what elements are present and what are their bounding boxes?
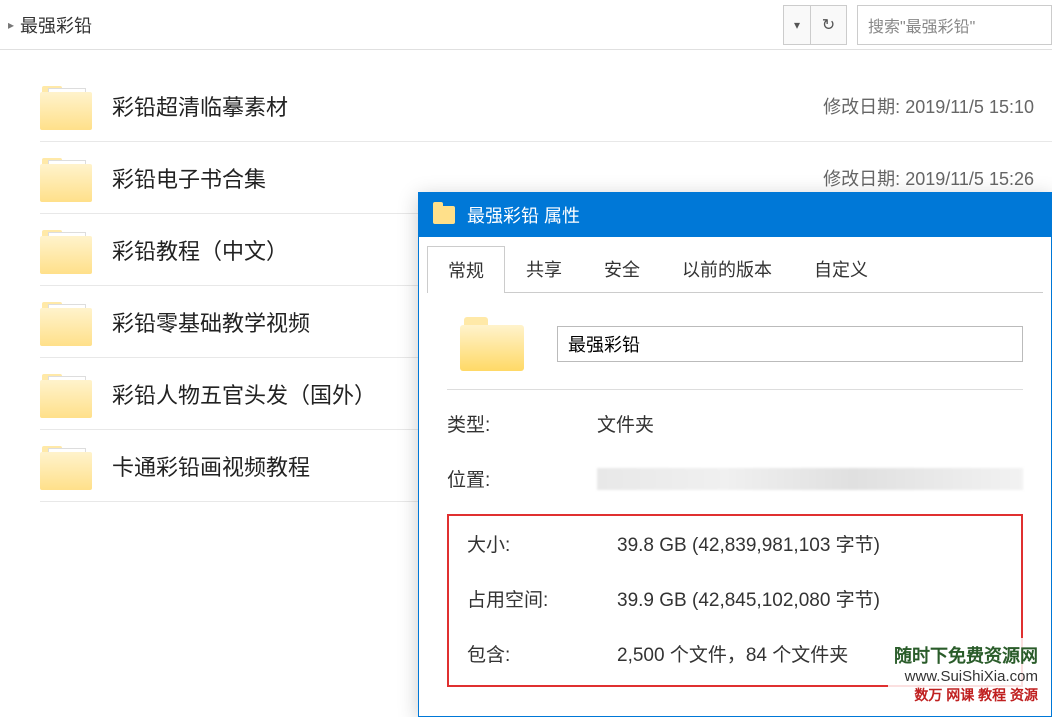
contains-label: 包含: [467,640,617,667]
address-bar: ▸ 最强彩铅 ▾ ↻ 搜索"最强彩铅" [0,0,1052,50]
watermark-url: www.SuiShiXia.com [894,668,1038,685]
breadcrumb-chevron-icon: ▸ [8,18,14,32]
folder-icon [40,150,96,206]
tab-security[interactable]: 安全 [583,245,661,292]
location-value-redacted [597,468,1023,490]
file-name: 卡通彩铅画视频教程 [112,450,410,482]
folder-large-icon [447,317,537,371]
type-value: 文件夹 [597,410,1023,437]
size-label: 大小: [467,530,617,557]
file-name: 彩铅零基础教学视频 [112,306,410,338]
search-input[interactable]: 搜索"最强彩铅" [857,5,1052,45]
watermark-slogan: 数万 网课 教程 资源 [894,685,1038,705]
dialog-title: 最强彩铅 属性 [467,202,580,228]
list-item[interactable]: 彩铅超清临摹素材 修改日期: 2019/11/5 15:10 [40,70,1052,142]
tab-bar: 常规 共享 安全 以前的版本 自定义 [427,245,1043,293]
divider [447,389,1023,390]
file-name: 彩铅超清临摹素材 [112,90,823,122]
folder-icon [40,78,96,134]
folder-icon [40,222,96,278]
folder-icon [433,206,455,224]
folder-icon [40,294,96,350]
tab-previous-versions[interactable]: 以前的版本 [661,245,793,292]
file-meta: 修改日期: 2019/11/5 15:10 [823,93,1034,119]
refresh-button[interactable]: ↻ [811,5,847,45]
folder-name-input[interactable]: 最强彩铅 [557,326,1023,362]
watermark: 随时下免费资源网 www.SuiShiXia.com 数万 网课 教程 资源 [888,638,1044,709]
breadcrumb-current[interactable]: 最强彩铅 [20,12,92,38]
list-item[interactable]: 卡通彩铅画视频教程 [40,430,420,502]
list-item[interactable]: 彩铅人物五官头发（国外） [40,358,420,430]
tab-general[interactable]: 常规 [427,246,505,293]
tab-customize[interactable]: 自定义 [793,245,889,292]
disk-size-label: 占用空间: [467,585,617,612]
location-label: 位置: [447,465,597,492]
file-name: 彩铅电子书合集 [112,162,823,194]
folder-icon [40,366,96,422]
list-item[interactable]: 彩铅教程（中文） [40,214,420,286]
watermark-title: 随时下免费资源网 [894,642,1038,668]
list-item[interactable]: 彩铅零基础教学视频 [40,286,420,358]
disk-size-value: 39.9 GB (42,845,102,080 字节) [617,585,1003,612]
search-placeholder: 搜索"最强彩铅" [868,13,975,37]
size-value: 39.8 GB (42,839,981,103 字节) [617,530,1003,557]
file-name: 彩铅人物五官头发（国外） [112,378,410,410]
type-label: 类型: [447,410,597,437]
chevron-down-icon: ▾ [794,18,800,32]
folder-icon [40,438,96,494]
refresh-icon: ↻ [822,15,835,35]
tab-sharing[interactable]: 共享 [505,245,583,292]
dialog-titlebar[interactable]: 最强彩铅 属性 [419,193,1051,237]
address-dropdown-button[interactable]: ▾ [783,5,811,45]
file-name: 彩铅教程（中文） [112,234,410,266]
file-meta: 修改日期: 2019/11/5 15:26 [823,165,1034,191]
